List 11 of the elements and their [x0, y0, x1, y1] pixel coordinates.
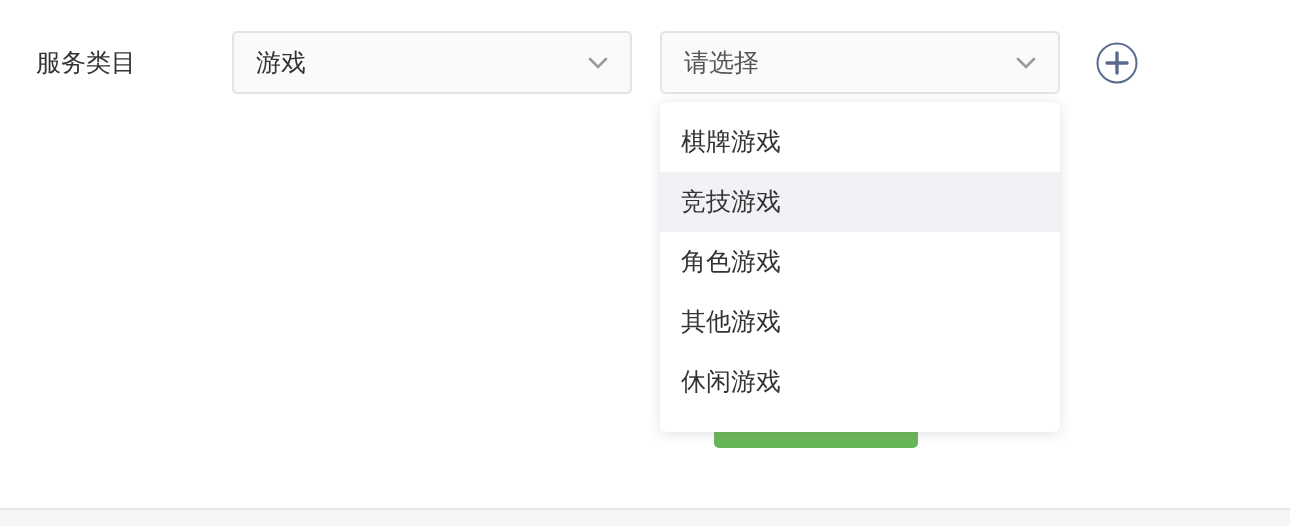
chevron-down-icon [588, 56, 608, 69]
dropdown-option[interactable]: 角色游戏 [660, 232, 1060, 292]
dropdown-option[interactable]: 棋牌游戏 [660, 112, 1060, 172]
dropdown-option[interactable]: 竞技游戏 [660, 172, 1060, 232]
select-field[interactable]: 游戏 [232, 31, 632, 94]
dropdown-option[interactable]: 其他游戏 [660, 292, 1060, 352]
field-label: 服务类目 [36, 47, 137, 79]
select-field[interactable]: 请选择 [660, 31, 1060, 94]
add-icon[interactable] [1096, 41, 1138, 84]
chevron-down-icon [1016, 56, 1036, 69]
dropdown-option[interactable]: 休闲游戏 [660, 352, 1060, 412]
